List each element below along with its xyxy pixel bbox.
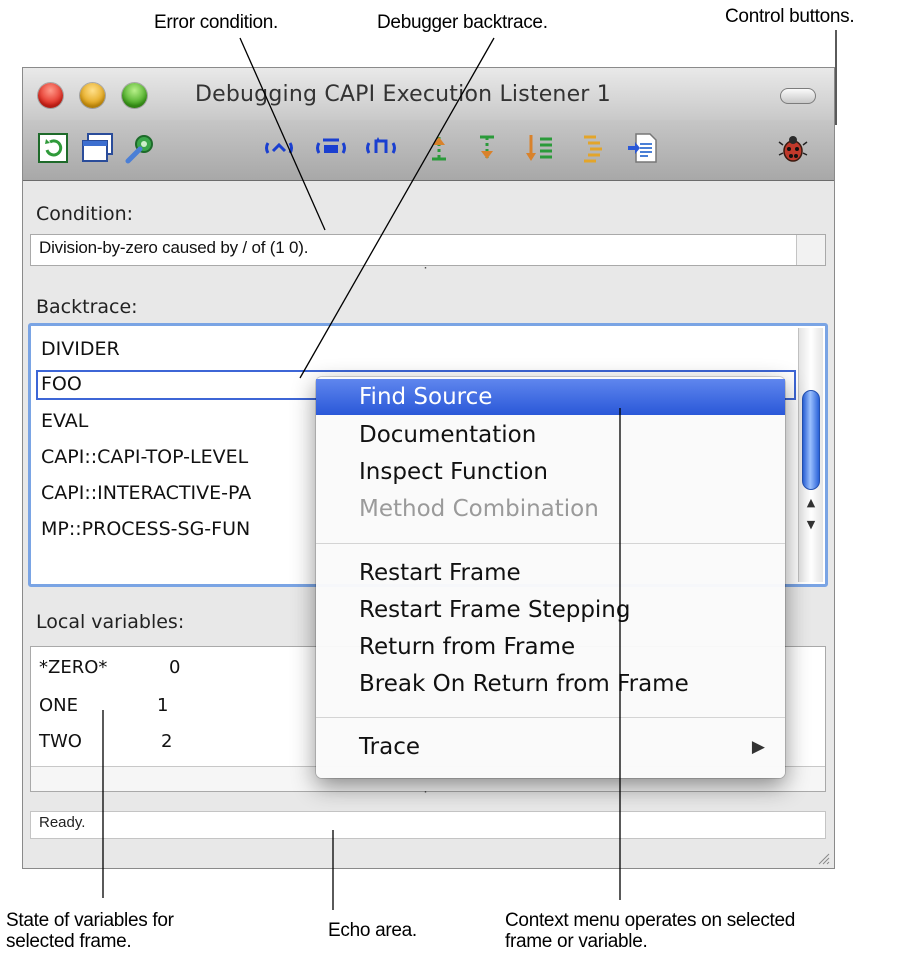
callout-leader-lines [102, 30, 837, 910]
